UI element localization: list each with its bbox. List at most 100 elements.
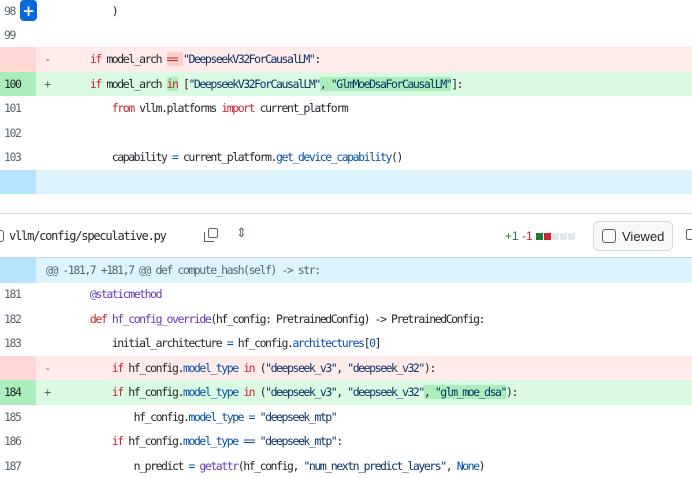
code-token: model_type	[188, 410, 243, 424]
code-line: initial_architecture = hf_config.archite…	[58, 336, 380, 350]
line-number[interactable]: 102	[0, 121, 36, 146]
code-token: ()	[391, 150, 402, 164]
code-token: current_platform	[254, 101, 347, 115]
line-number[interactable]: 101	[0, 96, 36, 121]
code-token: from	[112, 101, 134, 115]
line-number[interactable]	[0, 170, 36, 195]
code-token: ,	[424, 385, 435, 399]
code-token: )	[479, 459, 484, 473]
code-token: ==	[167, 52, 178, 66]
code-token: if	[90, 52, 101, 66]
code-token: "deepseek_v32"	[347, 361, 424, 375]
code-token: [	[178, 77, 189, 91]
file-header: vllm/config/speculative.py ⇕ +1 -1 Viewe…	[0, 213, 692, 258]
code-token: if	[112, 361, 123, 375]
line-number[interactable]	[0, 356, 36, 381]
code-token: "deepseek_v32"	[347, 385, 424, 399]
code-token: if	[90, 77, 101, 91]
diff-line: 183 initial_architecture = hf_config.arc…	[0, 331, 692, 356]
code-token: architectures	[292, 336, 363, 350]
diff-line: 185 hf_config.model_type = "deepseek_mtp…	[0, 405, 692, 430]
hunk-header-text: @@ -181,7 +181,7 @@ def compute_hash(sel…	[36, 263, 320, 277]
code-token: "deepseek_mtp"	[260, 434, 337, 448]
code-token: capability	[68, 150, 172, 164]
code-token: (hf_config,	[238, 459, 304, 473]
code-token: model_arch	[101, 52, 167, 66]
code-token: ,	[336, 361, 347, 375]
line-number[interactable]: 184	[0, 380, 36, 405]
code-token: initial_architecture	[68, 336, 227, 350]
line-number[interactable]: 187	[0, 454, 36, 478]
code-line: )	[58, 4, 117, 18]
code-token: n_predict	[68, 459, 188, 473]
code-token	[68, 101, 112, 115]
code-token: )	[68, 4, 117, 18]
code-token: ,	[446, 459, 457, 473]
diff-sign: -	[36, 52, 58, 66]
code-token: import	[221, 101, 254, 115]
code-line: def hf_config_override(hf_config: Pretra…	[58, 312, 484, 326]
code-token: if	[112, 385, 123, 399]
hunk-header[interactable]: @@ -181,7 +181,7 @@ def compute_hash(sel…	[0, 258, 692, 283]
add-comment-button[interactable]: +	[20, 0, 37, 21]
code-token	[68, 77, 90, 91]
copy-icon[interactable]	[204, 228, 218, 243]
code-token: ,	[336, 385, 347, 399]
diff-line: - if hf_config.model_type in ("deepseek_…	[0, 356, 692, 381]
code-token: "deepseek_v3"	[265, 385, 336, 399]
expand-hunk-row	[0, 170, 692, 195]
code-token: model_type	[183, 361, 238, 375]
code-token: "deepseek_mtp"	[260, 410, 337, 424]
code-token: (hf_config: PretrainedConfig) -> Pretrai…	[210, 312, 484, 326]
diff-sign: +	[36, 385, 58, 399]
code-token: model_type	[183, 434, 238, 448]
diff-stats: +1 -1	[505, 229, 576, 243]
diff-sign: +	[36, 77, 58, 91]
code-token: ]:	[451, 77, 462, 91]
code-token: ):	[506, 385, 517, 399]
diff-sign: -	[36, 361, 58, 375]
code-token: None	[457, 459, 479, 473]
diffstat-bar-del	[544, 233, 551, 240]
comment-icon[interactable]	[686, 229, 692, 240]
diff-line: 101 from vllm.platforms import current_p…	[0, 96, 692, 121]
code-line: @staticmethod	[58, 287, 161, 301]
code-token: hf_config.	[232, 336, 292, 350]
line-number[interactable]: 181	[0, 282, 36, 307]
code-token	[68, 361, 112, 375]
code-token: ):	[424, 361, 435, 375]
checkbox-icon	[602, 229, 616, 243]
line-number[interactable]: 186	[0, 429, 36, 454]
code-token: (	[254, 361, 265, 375]
diff-line: 182 def hf_config_override(hf_config: Pr…	[0, 307, 692, 332]
line-number[interactable]: 183	[0, 331, 36, 356]
diff-line: 184+ if hf_config.model_type in ("deepse…	[0, 380, 692, 405]
expand-icon[interactable]: ⇕	[236, 226, 247, 241]
code-line: if hf_config.model_type == "deepseek_mtp…	[58, 434, 342, 448]
code-token: hf_config.	[123, 434, 183, 448]
file-path[interactable]: vllm/config/speculative.py	[9, 229, 166, 243]
file-icon[interactable]	[0, 230, 4, 242]
diffstat-bar-neutral	[552, 233, 559, 240]
line-number[interactable]: 185	[0, 405, 36, 430]
diffstat-bar-neutral	[568, 233, 575, 240]
code-token: "GlmMoeDsaForCausalLM"	[331, 77, 451, 91]
diff-line: 99	[0, 23, 692, 48]
line-number[interactable]	[0, 47, 36, 72]
code-line: hf_config.model_type = "deepseek_mtp"	[58, 410, 336, 424]
diff-line: 181 @staticmethod	[0, 282, 692, 307]
line-number[interactable]: 182	[0, 307, 36, 332]
code-token	[68, 287, 90, 301]
viewed-label: Viewed	[622, 229, 664, 244]
code-token: current_platform.	[177, 150, 276, 164]
code-token: ]	[375, 336, 380, 350]
diff-line: 102	[0, 121, 692, 146]
diff-line: 103 capability = current_platform.get_de…	[0, 145, 692, 170]
code-token: hf_config.	[123, 385, 183, 399]
line-number[interactable]: 99	[0, 23, 36, 48]
code-token: hf_config.	[123, 361, 183, 375]
line-number[interactable]: 100	[0, 72, 36, 97]
viewed-checkbox-button[interactable]: Viewed	[593, 221, 673, 251]
line-number[interactable]: 103	[0, 145, 36, 170]
code-token: :	[314, 52, 319, 66]
